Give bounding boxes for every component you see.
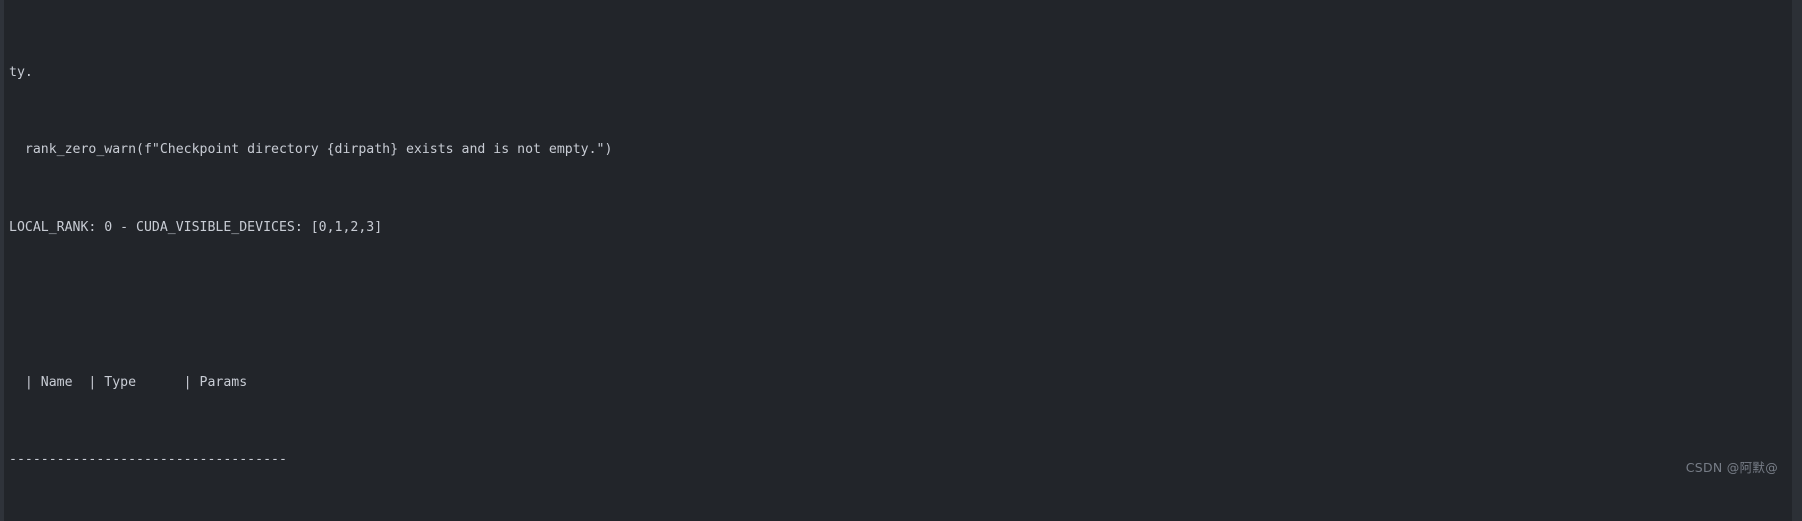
terminal-window: ty. rank_zero_warn(f"Checkpoint director…	[0, 0, 1802, 521]
line-text: rank_zero_warn(f"Checkpoint directory {d…	[9, 142, 613, 158]
csdn-watermark: CSDN @阿默@	[1685, 459, 1778, 475]
output-line-blank	[9, 295, 1802, 314]
output-line: LOCAL_RANK: 0 - CUDA_VISIBLE_DEVICES: [0…	[9, 218, 1802, 237]
terminal-output: ty. rank_zero_warn(f"Checkpoint director…	[9, 5, 1802, 521]
line-text: ty.	[9, 65, 33, 81]
line-text: -----------------------------------	[9, 451, 287, 467]
output-line: rank_zero_warn(f"Checkpoint directory {d…	[9, 140, 1802, 159]
model-summary-divider: -----------------------------------	[9, 450, 1802, 469]
model-summary-header: | Name | Type | Params	[9, 373, 1802, 392]
output-line: ty.	[9, 63, 1802, 82]
line-text: | Name | Type | Params	[9, 374, 248, 390]
left-gutter	[0, 0, 4, 521]
line-text: LOCAL_RANK: 0 - CUDA_VISIBLE_DEVICES: [0…	[9, 219, 383, 235]
